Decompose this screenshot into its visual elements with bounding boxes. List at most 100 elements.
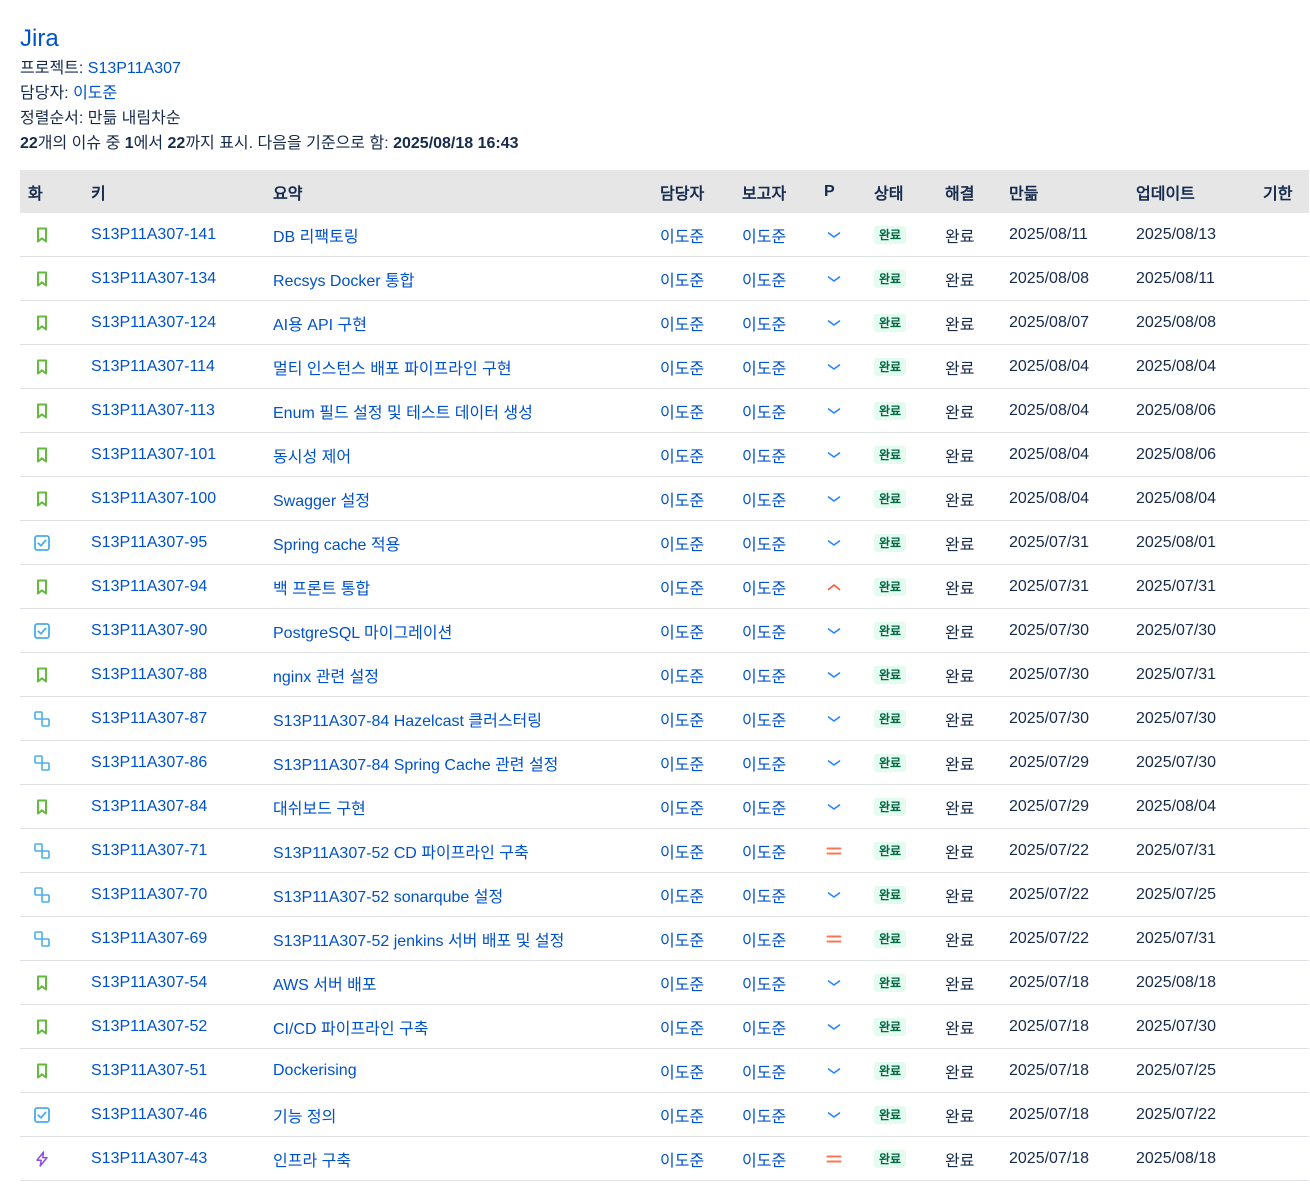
issue-key[interactable]: S13P11A307-84: [83, 784, 265, 829]
issue-assignee[interactable]: 이도준: [652, 608, 734, 653]
col-due[interactable]: 기한: [1255, 170, 1309, 213]
issue-reporter[interactable]: 이도준: [734, 1048, 816, 1093]
issue-key[interactable]: S13P11A307-95: [83, 520, 265, 565]
issue-reporter[interactable]: 이도준: [734, 784, 816, 829]
issue-key[interactable]: S13P11A307-88: [83, 652, 265, 697]
col-priority[interactable]: P: [816, 170, 866, 213]
col-key[interactable]: 키: [83, 170, 265, 213]
issue-reporter[interactable]: 이도준: [734, 960, 816, 1005]
col-type[interactable]: 화: [20, 170, 83, 213]
issue-assignee[interactable]: 이도준: [652, 960, 734, 1005]
issue-reporter[interactable]: 이도준: [734, 388, 816, 433]
issue-assignee[interactable]: 이도준: [652, 872, 734, 917]
issue-summary[interactable]: 멀티 인스턴스 배포 파이프라인 구현: [265, 344, 652, 389]
issue-reporter[interactable]: 이도준: [734, 432, 816, 477]
issue-assignee[interactable]: 이도준: [652, 784, 734, 829]
issue-reporter[interactable]: 이도준: [734, 608, 816, 653]
issue-assignee[interactable]: 이도준: [652, 828, 734, 873]
issue-reporter[interactable]: 이도준: [734, 213, 816, 257]
issue-assignee[interactable]: 이도준: [652, 696, 734, 741]
issue-summary[interactable]: AWS 서버 배포: [265, 960, 652, 1005]
issue-key[interactable]: S13P11A307-52: [83, 1004, 265, 1049]
assignee-link[interactable]: 이도준: [73, 85, 117, 102]
issue-assignee[interactable]: 이도준: [652, 344, 734, 389]
issue-reporter[interactable]: 이도준: [734, 740, 816, 785]
issue-summary[interactable]: S13P11A307-52 sonarqube 설정: [265, 872, 652, 917]
col-assignee[interactable]: 담당자: [652, 170, 734, 213]
issue-reporter[interactable]: 이도준: [734, 564, 816, 609]
issue-reporter[interactable]: 이도준: [734, 300, 816, 345]
col-resolution[interactable]: 해결: [937, 170, 1001, 213]
issue-summary[interactable]: Enum 필드 설정 및 테스트 데이터 생성: [265, 388, 652, 433]
issue-reporter[interactable]: 이도준: [734, 916, 816, 961]
issue-key[interactable]: S13P11A307-94: [83, 564, 265, 609]
issue-summary[interactable]: 인프라 구축: [265, 1136, 652, 1181]
issue-key[interactable]: S13P11A307-43: [83, 1136, 265, 1181]
issue-key[interactable]: S13P11A307-71: [83, 828, 265, 873]
issue-assignee[interactable]: 이도준: [652, 432, 734, 477]
issue-assignee[interactable]: 이도준: [652, 476, 734, 521]
issue-summary[interactable]: S13P11A307-84 Spring Cache 관련 설정: [265, 740, 652, 785]
issue-assignee[interactable]: 이도준: [652, 1048, 734, 1093]
col-status[interactable]: 상태: [866, 170, 937, 213]
issue-key[interactable]: S13P11A307-54: [83, 960, 265, 1005]
col-created[interactable]: 만듦: [1001, 170, 1128, 213]
issue-summary[interactable]: S13P11A307-52 CD 파이프라인 구축: [265, 828, 652, 873]
issue-summary[interactable]: 기능 정의: [265, 1092, 652, 1137]
issue-key[interactable]: S13P11A307-51: [83, 1048, 265, 1093]
issue-key[interactable]: S13P11A307-90: [83, 608, 265, 653]
issue-assignee[interactable]: 이도준: [652, 300, 734, 345]
issue-assignee[interactable]: 이도준: [652, 1004, 734, 1049]
issue-key[interactable]: S13P11A307-101: [83, 432, 265, 477]
issue-reporter[interactable]: 이도준: [734, 872, 816, 917]
issue-summary[interactable]: nginx 관련 설정: [265, 652, 652, 697]
issue-summary[interactable]: 백 프론트 통합: [265, 564, 652, 609]
col-reporter[interactable]: 보고자: [734, 170, 816, 213]
issue-reporter[interactable]: 이도준: [734, 1136, 816, 1181]
issue-assignee[interactable]: 이도준: [652, 564, 734, 609]
issue-summary[interactable]: AI용 API 구현: [265, 300, 652, 345]
col-summary[interactable]: 요약: [265, 170, 652, 213]
issue-reporter[interactable]: 이도준: [734, 476, 816, 521]
page-title[interactable]: Jira: [20, 24, 1309, 54]
issue-summary[interactable]: 동시성 제어: [265, 432, 652, 477]
issue-assignee[interactable]: 이도준: [652, 1092, 734, 1137]
issue-reporter[interactable]: 이도준: [734, 828, 816, 873]
issue-summary[interactable]: Swagger 설정: [265, 476, 652, 521]
issue-reporter[interactable]: 이도준: [734, 652, 816, 697]
issue-key[interactable]: S13P11A307-86: [83, 740, 265, 785]
issue-key[interactable]: S13P11A307-134: [83, 256, 265, 301]
issue-reporter[interactable]: 이도준: [734, 1092, 816, 1137]
issue-assignee[interactable]: 이도준: [652, 256, 734, 301]
issue-reporter[interactable]: 이도준: [734, 696, 816, 741]
issue-assignee[interactable]: 이도준: [652, 1136, 734, 1181]
issue-key[interactable]: S13P11A307-87: [83, 696, 265, 741]
project-link[interactable]: S13P11A307: [88, 60, 181, 77]
issue-assignee[interactable]: 이도준: [652, 652, 734, 697]
issue-summary[interactable]: Spring cache 적용: [265, 520, 652, 565]
issue-key[interactable]: S13P11A307-114: [83, 344, 265, 389]
issue-key[interactable]: S13P11A307-46: [83, 1092, 265, 1137]
issue-summary[interactable]: S13P11A307-84 Hazelcast 클러스터링: [265, 696, 652, 741]
issue-summary[interactable]: 대쉬보드 구현: [265, 784, 652, 829]
issue-assignee[interactable]: 이도준: [652, 520, 734, 565]
issue-reporter[interactable]: 이도준: [734, 1004, 816, 1049]
issue-key[interactable]: S13P11A307-113: [83, 388, 265, 433]
col-updated[interactable]: 업데이트: [1128, 170, 1255, 213]
issue-summary[interactable]: Dockerising: [265, 1048, 652, 1093]
issue-reporter[interactable]: 이도준: [734, 256, 816, 301]
issue-assignee[interactable]: 이도준: [652, 740, 734, 785]
issue-reporter[interactable]: 이도준: [734, 520, 816, 565]
issue-summary[interactable]: PostgreSQL 마이그레이션: [265, 608, 652, 653]
issue-key[interactable]: S13P11A307-124: [83, 300, 265, 345]
issue-summary[interactable]: Recsys Docker 통합: [265, 256, 652, 301]
jira-link[interactable]: Jira: [20, 25, 59, 52]
issue-assignee[interactable]: 이도준: [652, 388, 734, 433]
issue-reporter[interactable]: 이도준: [734, 344, 816, 389]
issue-assignee[interactable]: 이도준: [652, 213, 734, 257]
issue-key[interactable]: S13P11A307-100: [83, 476, 265, 521]
issue-key[interactable]: S13P11A307-69: [83, 916, 265, 961]
issue-summary[interactable]: S13P11A307-52 jenkins 서버 배포 및 설정: [265, 916, 652, 961]
issue-assignee[interactable]: 이도준: [652, 916, 734, 961]
issue-key[interactable]: S13P11A307-70: [83, 872, 265, 917]
